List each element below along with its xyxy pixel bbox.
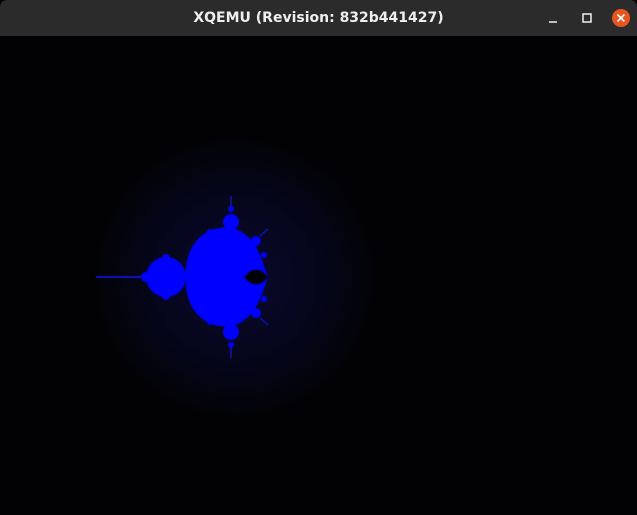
title-bar[interactable]: XQEMU (Revision: 832b441427): [0, 0, 637, 36]
fractal-bottom-bulb: [223, 324, 239, 340]
xqemu-window: XQEMU (Revision: 832b441427): [0, 0, 637, 515]
fractal-left-bulb: [146, 257, 186, 297]
maximize-button[interactable]: [577, 8, 597, 28]
maximize-icon: [582, 13, 592, 23]
mandelbrot-fractal: [90, 133, 380, 423]
minimize-icon: [549, 21, 557, 23]
fractal-top-bulb: [223, 214, 239, 230]
window-title: XQEMU (Revision: 832b441427): [193, 10, 444, 26]
minimize-button[interactable]: [543, 8, 563, 28]
close-icon: [612, 9, 630, 27]
close-button[interactable]: [611, 8, 631, 28]
emulator-screen[interactable]: [0, 36, 637, 515]
